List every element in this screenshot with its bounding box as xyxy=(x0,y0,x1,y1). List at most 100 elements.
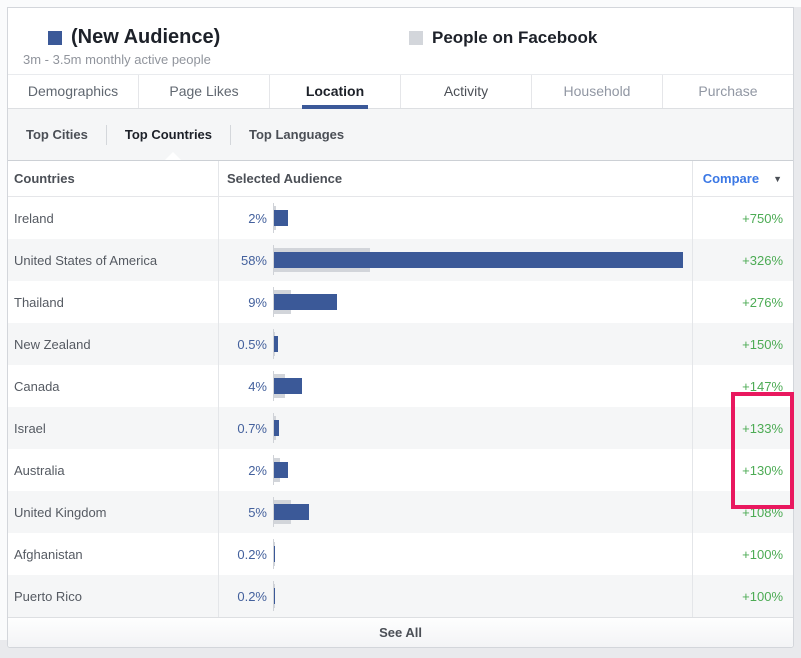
selected-audience-cell: 0.5% xyxy=(218,323,692,365)
page-background-left xyxy=(0,0,7,640)
country-name: Israel xyxy=(8,407,218,449)
country-table-body: Ireland 2% +750% United States of Americ… xyxy=(8,197,793,617)
compare-dropdown[interactable]: Compare ▼ xyxy=(692,161,793,196)
chevron-down-icon: ▼ xyxy=(773,174,782,184)
compare-label: Compare xyxy=(703,171,759,186)
facebook-color-swatch-icon xyxy=(409,31,423,45)
audience-bar xyxy=(274,588,275,604)
country-name: United States of America xyxy=(8,239,218,281)
bar-chart xyxy=(273,539,692,569)
compare-value: +750% xyxy=(692,197,793,239)
column-header-countries: Countries xyxy=(8,161,218,196)
audience-bar xyxy=(274,462,288,478)
audience-insights-panel: (New Audience) 3m - 3.5m monthly active … xyxy=(7,7,794,648)
table-row[interactable]: Afghanistan 0.2% +100% xyxy=(8,533,793,575)
audience-bar xyxy=(274,336,278,352)
audience-bar xyxy=(274,294,337,310)
compare-value: +150% xyxy=(692,323,793,365)
table-row[interactable]: Ireland 2% +750% xyxy=(8,197,793,239)
compare-value: +108% xyxy=(692,491,793,533)
bar-chart xyxy=(273,203,692,233)
table-header: Countries Selected Audience Compare ▼ xyxy=(8,161,793,197)
main-tab-bar: Demographics Page Likes Location Activit… xyxy=(8,74,793,109)
bar-chart xyxy=(273,287,692,317)
bar-chart xyxy=(273,581,692,611)
tab-household[interactable]: Household xyxy=(532,75,663,108)
compare-value: +100% xyxy=(692,575,793,617)
audience-bar xyxy=(274,420,279,436)
audience-percent: 4% xyxy=(219,379,267,394)
table-row[interactable]: Israel 0.7% +133% xyxy=(8,407,793,449)
audience-percent: 0.5% xyxy=(219,337,267,352)
bar-chart xyxy=(273,455,692,485)
selected-audience-cell: 4% xyxy=(218,365,692,407)
column-header-selected-audience: Selected Audience xyxy=(218,161,692,196)
bar-chart xyxy=(273,497,692,527)
selected-audience-cell: 2% xyxy=(218,449,692,491)
compare-value: +147% xyxy=(692,365,793,407)
audience-percent: 58% xyxy=(219,253,267,268)
compare-value: +130% xyxy=(692,449,793,491)
country-name: Thailand xyxy=(8,281,218,323)
country-name: United Kingdom xyxy=(8,491,218,533)
bar-chart xyxy=(273,329,692,359)
compare-value: +326% xyxy=(692,239,793,281)
selected-audience-cell: 0.7% xyxy=(218,407,692,449)
country-name: Ireland xyxy=(8,197,218,239)
table-row[interactable]: United Kingdom 5% +108% xyxy=(8,491,793,533)
audience-bar xyxy=(274,378,302,394)
table-row[interactable]: United States of America 58% +326% xyxy=(8,239,793,281)
audience-color-swatch-icon xyxy=(48,31,62,45)
subtab-top-languages[interactable]: Top Languages xyxy=(231,109,362,160)
country-name: Afghanistan xyxy=(8,533,218,575)
tab-location[interactable]: Location xyxy=(270,75,401,108)
tab-purchase[interactable]: Purchase xyxy=(663,75,793,108)
legend-header: (New Audience) 3m - 3.5m monthly active … xyxy=(8,8,793,74)
audience-percent: 0.7% xyxy=(219,421,267,436)
see-all-button[interactable]: See All xyxy=(8,617,793,647)
facebook-legend: People on Facebook xyxy=(409,28,597,48)
audience-percent: 0.2% xyxy=(219,547,267,562)
table-row[interactable]: New Zealand 0.5% +150% xyxy=(8,323,793,365)
selected-audience-cell: 5% xyxy=(218,491,692,533)
audience-percent: 2% xyxy=(219,211,267,226)
compare-value: +100% xyxy=(692,533,793,575)
country-name: Canada xyxy=(8,365,218,407)
tab-activity[interactable]: Activity xyxy=(401,75,532,108)
selected-audience-cell: 0.2% xyxy=(218,575,692,617)
audience-percent: 0.2% xyxy=(219,589,267,604)
audience-title: (New Audience) xyxy=(71,26,220,49)
table-row[interactable]: Puerto Rico 0.2% +100% xyxy=(8,575,793,617)
selected-audience-cell: 0.2% xyxy=(218,533,692,575)
subtab-top-cities[interactable]: Top Cities xyxy=(8,109,106,160)
audience-percent: 2% xyxy=(219,463,267,478)
selected-audience-cell: 9% xyxy=(218,281,692,323)
audience-size-subtitle: 3m - 3.5m monthly active people xyxy=(23,52,211,67)
audience-percent: 9% xyxy=(219,295,267,310)
active-subtab-notch xyxy=(165,152,181,160)
country-name: Australia xyxy=(8,449,218,491)
country-name: Puerto Rico xyxy=(8,575,218,617)
compare-value: +276% xyxy=(692,281,793,323)
table-row[interactable]: Australia 2% +130% xyxy=(8,449,793,491)
country-name: New Zealand xyxy=(8,323,218,365)
location-subtab-bar: Top Cities Top Countries Top Languages xyxy=(8,109,793,161)
bar-chart xyxy=(273,245,692,275)
selected-audience-cell: 2% xyxy=(218,197,692,239)
tab-demographics[interactable]: Demographics xyxy=(8,75,139,108)
table-row[interactable]: Thailand 9% +276% xyxy=(8,281,793,323)
audience-legend: (New Audience) xyxy=(48,26,220,49)
bar-chart xyxy=(273,371,692,401)
bar-chart xyxy=(273,413,692,443)
page-background-top xyxy=(0,0,801,7)
selected-audience-cell: 58% xyxy=(218,239,692,281)
audience-percent: 5% xyxy=(219,505,267,520)
compare-value: +133% xyxy=(692,407,793,449)
audience-bar xyxy=(274,546,275,562)
audience-bar xyxy=(274,504,309,520)
facebook-title: People on Facebook xyxy=(432,28,597,48)
audience-bar xyxy=(274,252,683,268)
tab-page-likes[interactable]: Page Likes xyxy=(139,75,270,108)
audience-bar xyxy=(274,210,288,226)
table-row[interactable]: Canada 4% +147% xyxy=(8,365,793,407)
